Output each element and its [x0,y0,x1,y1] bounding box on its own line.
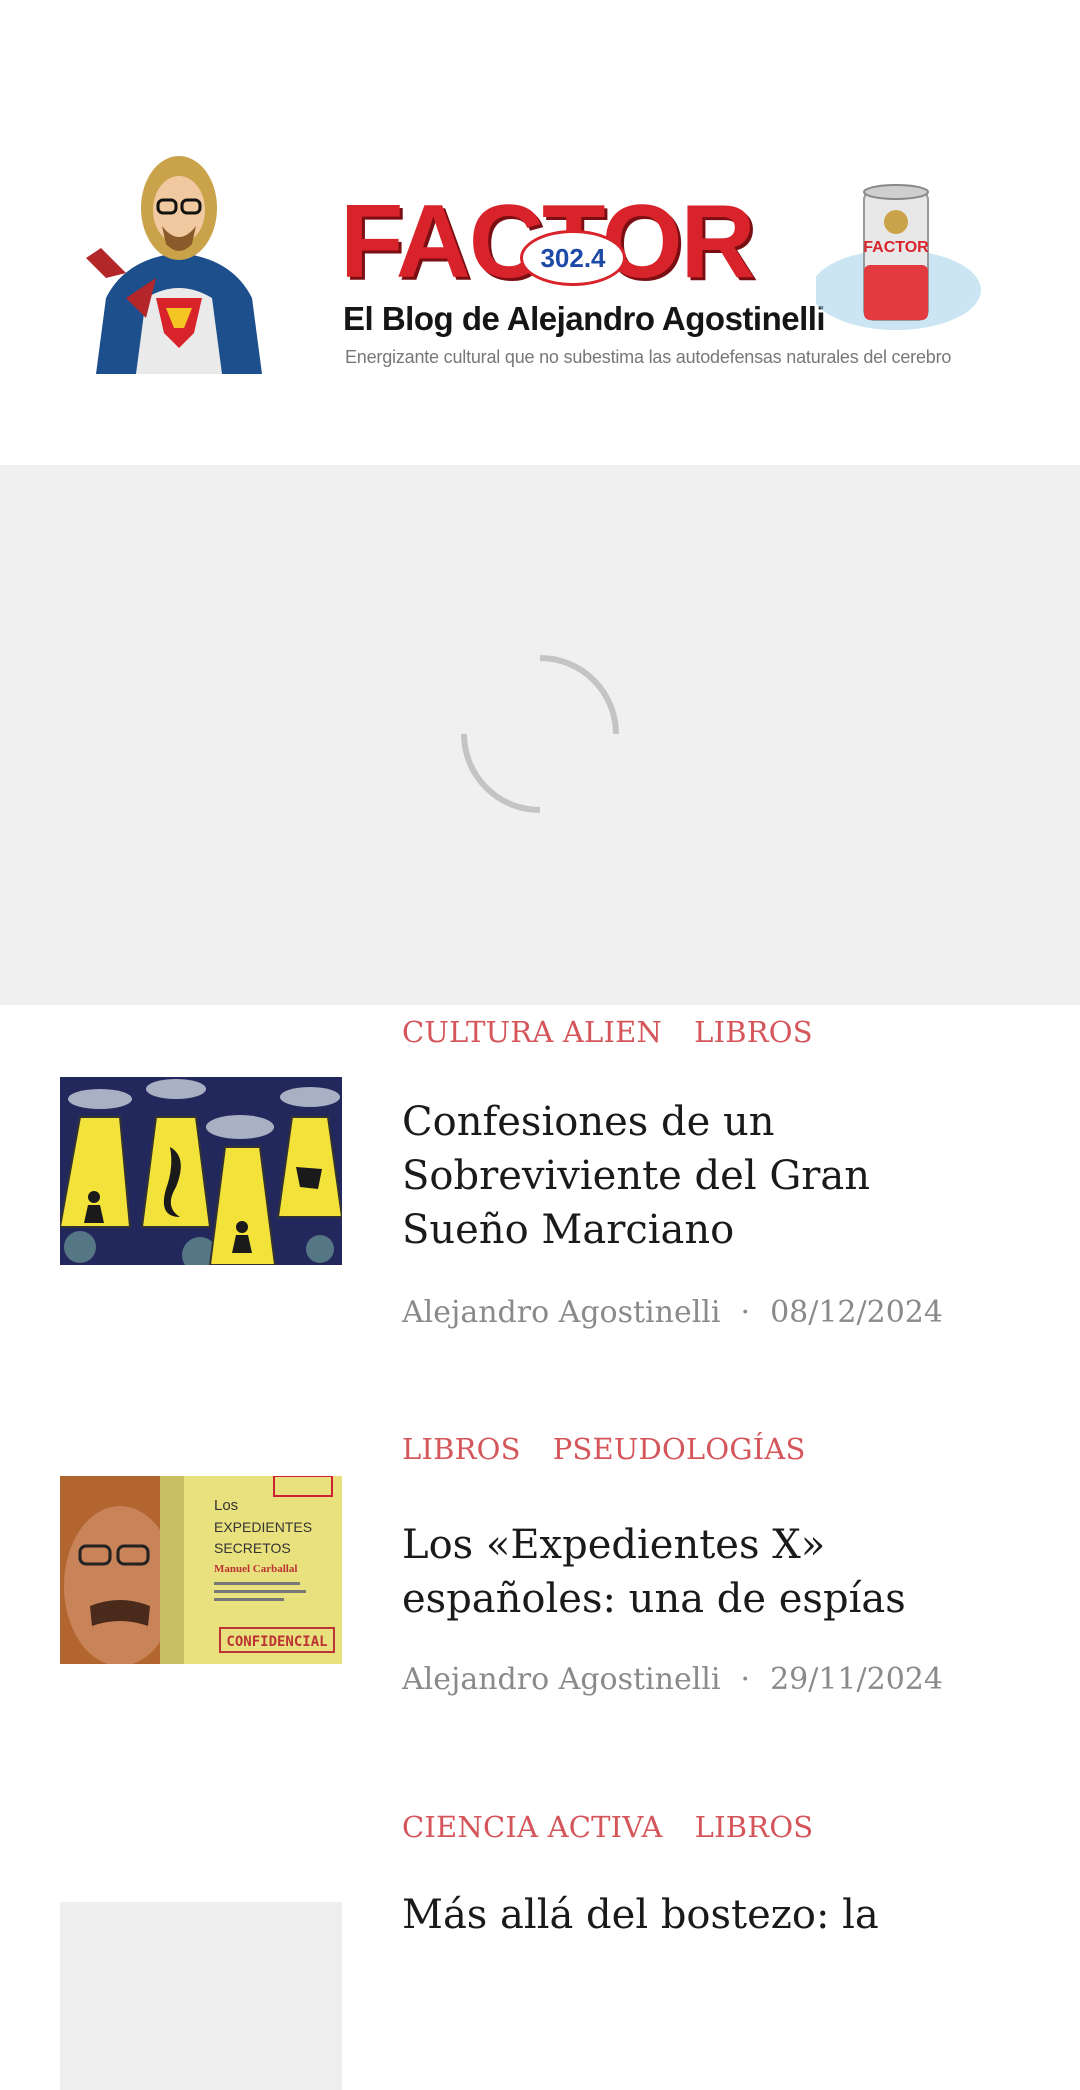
post-thumbnail[interactable] [60,1902,342,2090]
post-date: 29/11/2024 [770,1662,943,1697]
post-categories: CULTURA ALIEN LIBROS [402,1015,813,1049]
can-label: FACTOR [863,239,929,256]
svg-text:Manuel Carballal: Manuel Carballal [214,1563,297,1575]
svg-text:CONFIDENCIAL: CONFIDENCIAL [226,1634,327,1650]
drink-can-illustration: FACTOR [816,184,981,330]
category-link[interactable]: CIENCIA ACTIVA [402,1810,663,1844]
post-categories: CIENCIA ACTIVA LIBROS [402,1810,813,1844]
logo-subtitle: El Blog de Alejandro Agostinelli [343,300,826,337]
post-date: 08/12/2024 [770,1295,943,1330]
loading-spinner-icon [461,655,619,813]
post-thumbnail[interactable]: Los EXPEDIENTES SECRETOS Manuel Carballa… [60,1476,342,1664]
category-link[interactable]: PSEUDOLOGÍAS [553,1432,806,1466]
meta-separator: · [740,1295,751,1330]
post-title[interactable]: Más allá del bostezo: la [402,1888,1002,1942]
logo-badge: 302.4 [520,230,626,286]
meta-separator: · [740,1662,751,1697]
logo-tagline: Energizante cultural que no subestima la… [345,347,952,367]
post-thumbnail[interactable] [60,1077,342,1265]
category-link[interactable]: LIBROS [694,1015,813,1049]
category-link[interactable]: CULTURA ALIEN [402,1015,662,1049]
svg-text:Los: Los [214,1497,238,1514]
post-author[interactable]: Alejandro Agostinelli [402,1662,721,1697]
svg-text:EXPEDIENTES: EXPEDIENTES [214,1519,312,1535]
post-meta: Alejandro Agostinelli · 08/12/2024 [402,1295,943,1330]
ufo-keychains-image [60,1077,342,1265]
post-meta: Alejandro Agostinelli · 29/11/2024 [402,1662,943,1697]
svg-text:SECRETOS: SECRETOS [214,1540,291,1556]
post-author[interactable]: Alejandro Agostinelli [402,1295,721,1330]
post-categories: LIBROS PSEUDOLOGÍAS [402,1432,806,1466]
post-title[interactable]: Confesiones de un Sobreviviente del Gran… [402,1095,1002,1257]
post-title[interactable]: Los «Expedientes X» españoles: una de es… [402,1518,1002,1626]
mascot-illustration [86,156,262,374]
category-link[interactable]: LIBROS [402,1432,521,1466]
book-cover-image: Los EXPEDIENTES SECRETOS Manuel Carballa… [60,1476,342,1664]
site-header: FACTOR 302.4 El Blog de Alejandro Agosti… [0,0,1080,465]
category-link[interactable]: LIBROS [695,1810,814,1844]
